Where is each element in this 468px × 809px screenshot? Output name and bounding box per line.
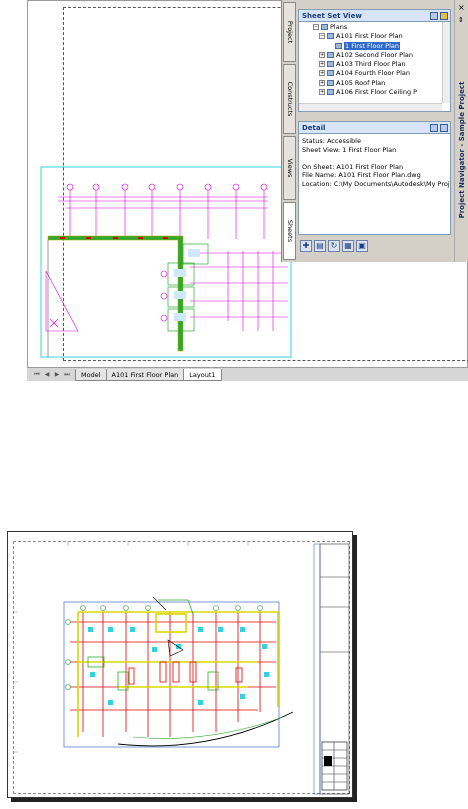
- properties-icon[interactable]: ▣: [356, 240, 368, 252]
- detail-text: Status: Accessible Sheet View: 1 First F…: [299, 134, 450, 191]
- detail-preview-icon[interactable]: [430, 124, 438, 132]
- add-view-icon[interactable]: ✚: [300, 240, 312, 252]
- tree-item[interactable]: − A101 First Floor Plan: [301, 32, 450, 41]
- tab-project[interactable]: Project: [283, 2, 296, 62]
- sheet-set-tree: − Plans − A101 First Floor Plan 1 First Floo…: [299, 22, 450, 97]
- tab-views-label: Views: [285, 158, 294, 178]
- detail-info-icon[interactable]: [440, 124, 448, 132]
- tree-item-label: 1 First Floor Plan: [344, 41, 401, 50]
- tab-constructs[interactable]: Constructs: [283, 64, 296, 134]
- tree-item-label: A101 First Floor Plan: [336, 32, 403, 41]
- sheet-set-view-title: Sheet Set View: [299, 10, 450, 22]
- sheet-icon: [327, 89, 334, 96]
- tree-item-label: A103 Third Floor Plan: [336, 60, 406, 69]
- sheet-icon: [327, 33, 334, 40]
- detail-title-text: Detail: [302, 124, 326, 132]
- tab-layout1[interactable]: Layout1: [183, 368, 222, 381]
- panel-options-icon[interactable]: [440, 12, 448, 20]
- view-mode-icon[interactable]: [430, 12, 438, 20]
- tree-item[interactable]: + A103 Third Floor Plan: [301, 60, 450, 69]
- sheet-set-view-panel: Sheet Set View − Plans − A101 First Floor P…: [298, 9, 451, 112]
- tree-item[interactable]: + A104 Fourth Floor Plan: [301, 69, 450, 78]
- tree-item-label: A106 First Floor Ceiling P: [336, 88, 418, 97]
- tree-horizontal-scrollbar[interactable]: [299, 103, 442, 111]
- project-navigator-palette: Project Constructs Views Sheets Sheet Se…: [281, 0, 468, 262]
- tab-sheets-label: Sheets: [285, 219, 294, 243]
- sheet-icon: [327, 70, 334, 77]
- detail-line: Status: Accessible: [302, 137, 361, 145]
- expand-icon[interactable]: +: [319, 89, 325, 96]
- sheet-icon: [327, 61, 334, 68]
- tree-vertical-scrollbar[interactable]: [442, 22, 450, 103]
- publish-icon[interactable]: ▤: [314, 240, 326, 252]
- layout-tab-strip: ⏮ ◀ ▶ ⏭ Model A101 First Floor Plan Layo…: [27, 367, 468, 381]
- detail-line: On Sheet: A101 First Floor Plan: [302, 162, 404, 171]
- sheet-set-view-title-text: Sheet Set View: [302, 12, 362, 20]
- tree-item[interactable]: − Plans: [301, 23, 450, 32]
- autocad-top-window: ⏮ ◀ ▶ ⏭ Model A101 First Floor Plan Layo…: [0, 0, 468, 381]
- collapse-icon[interactable]: −: [313, 24, 319, 30]
- last-tab-icon[interactable]: ⏭: [63, 370, 71, 379]
- tree-item[interactable]: + A105 Roof Plan: [301, 79, 450, 88]
- sheet-icon: [327, 79, 334, 86]
- tree-item[interactable]: + A102 Second Floor Plan: [301, 51, 450, 60]
- tab-sheets[interactable]: Sheets: [283, 202, 296, 260]
- folder-icon: [321, 24, 328, 30]
- palette-title: Project Navigator - Sample Project: [457, 81, 466, 219]
- detail-line: [302, 154, 447, 163]
- next-tab-icon[interactable]: ▶: [53, 370, 61, 379]
- detail-line: File Name: A101 First Floor Plan.dwg: [302, 171, 421, 179]
- sheet-icon: [335, 42, 342, 49]
- expand-icon[interactable]: +: [319, 51, 325, 58]
- detail-line: Sheet View: 1 First Floor Plan: [302, 145, 397, 154]
- palette-vertical-tabs: Project Constructs Views Sheets: [282, 2, 296, 260]
- tab-views[interactable]: Views: [283, 136, 296, 200]
- first-tab-icon[interactable]: ⏮: [33, 370, 41, 379]
- expand-icon[interactable]: +: [319, 70, 325, 77]
- sheet-paper: [7, 531, 353, 798]
- auto-hide-icon[interactable]: ⇕: [458, 16, 464, 24]
- tree-item-label: Plans: [330, 23, 348, 31]
- tab-a101-first-floor-plan[interactable]: A101 First Floor Plan: [105, 368, 185, 381]
- tab-constructs-label: Constructs: [285, 81, 294, 117]
- sheet-icon: [327, 51, 334, 58]
- sheets-toolbar: ✚ ▤ ↻ ▦ ▣: [300, 240, 368, 252]
- expand-icon[interactable]: +: [319, 79, 325, 86]
- detail-title: Detail: [299, 122, 450, 134]
- expand-icon[interactable]: +: [319, 61, 325, 68]
- collapse-icon[interactable]: −: [319, 33, 325, 40]
- tree-item-label: A104 Fourth Floor Plan: [336, 69, 410, 78]
- close-icon[interactable]: ×: [458, 3, 465, 12]
- tree-item-label: A102 Second Floor Plan: [336, 50, 413, 59]
- regenerate-icon[interactable]: ↻: [328, 240, 340, 252]
- tab-model[interactable]: Model: [75, 368, 107, 381]
- tree-item-label: A105 Roof Plan: [336, 78, 386, 87]
- tree-item[interactable]: 1 First Floor Plan: [301, 41, 450, 51]
- tab-project-label: Project: [285, 20, 294, 44]
- sheet-list-icon[interactable]: ▦: [342, 240, 354, 252]
- sheet-drawing: [13, 541, 350, 795]
- detail-panel: Detail Status: Accessible Sheet View: 1 …: [298, 121, 451, 235]
- detail-line: Location: C:\My Documents\Autodesk\My Pr…: [302, 179, 450, 188]
- palette-titlebar[interactable]: × ⇕ Project Navigator - Sample Project: [454, 0, 468, 262]
- tree-item[interactable]: + A106 First Floor Ceiling P: [301, 88, 450, 97]
- sheet-preview: [7, 531, 357, 802]
- prev-tab-icon[interactable]: ◀: [43, 370, 51, 379]
